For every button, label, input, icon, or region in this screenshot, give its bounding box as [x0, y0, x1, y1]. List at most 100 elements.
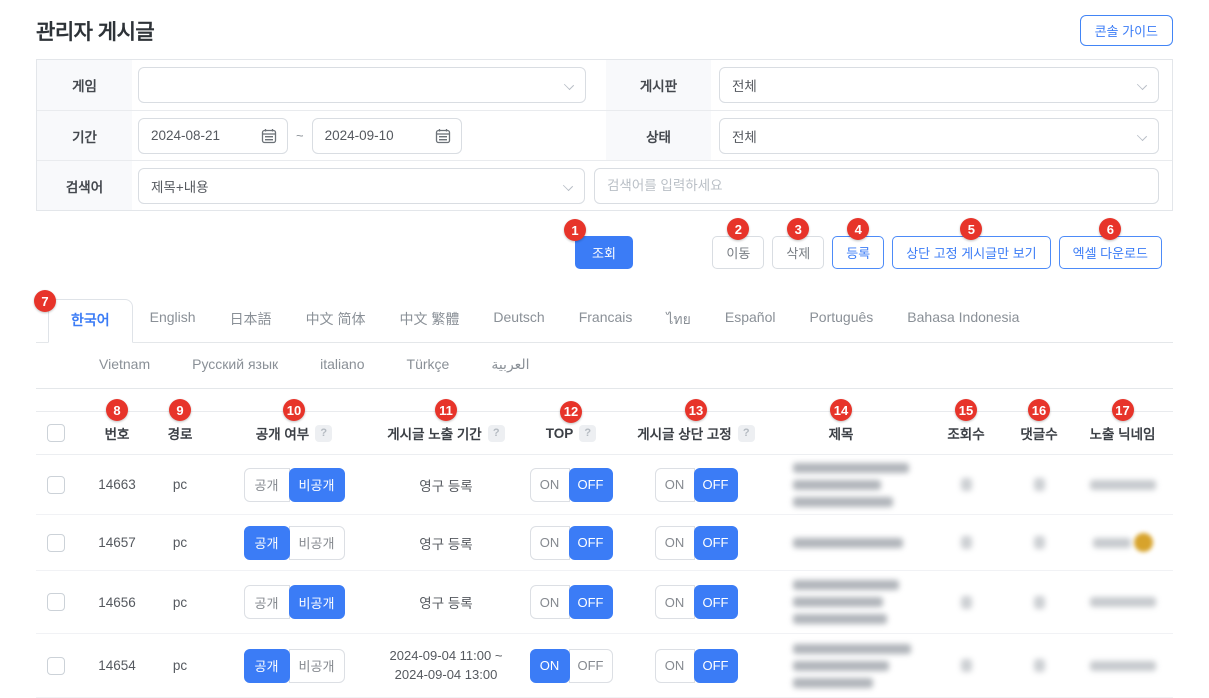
help-icon[interactable]: ? — [488, 425, 505, 442]
post-no: 14663 — [76, 477, 158, 492]
post-comments-redacted — [1006, 478, 1072, 491]
help-icon[interactable]: ? — [315, 425, 332, 442]
emoji-icon — [1134, 533, 1153, 552]
calendar-icon — [261, 128, 277, 144]
tab-chinese-simplified[interactable]: 中文 简体 — [289, 299, 383, 342]
visibility-toggle[interactable]: 공개비공개 — [244, 585, 345, 619]
date-to-input[interactable]: 2024-09-10 — [312, 118, 462, 154]
game-select[interactable] — [138, 67, 586, 103]
tab-spanish[interactable]: Español — [708, 299, 793, 342]
header-nickname: 17노출 닉네임 — [1072, 423, 1173, 443]
table-row: 14663 pc 공개비공개 영구 등록 ONOFF ONOFF — [36, 455, 1173, 515]
header-pin: 13게시글 상단 고정? — [636, 423, 756, 443]
header-path: 9경로 — [158, 423, 202, 443]
delete-button[interactable]: 삭제 — [772, 236, 824, 269]
post-no: 14657 — [76, 535, 158, 550]
board-select[interactable]: 전체 — [719, 67, 1159, 103]
tab-english[interactable]: English — [133, 299, 213, 342]
top-toggle[interactable]: ONOFF — [530, 468, 613, 502]
help-icon[interactable]: ? — [579, 425, 596, 442]
post-nickname-redacted — [1072, 533, 1173, 552]
move-button[interactable]: 이동 — [712, 236, 764, 269]
tab-turkish[interactable]: Türkçe — [386, 356, 471, 373]
top-toggle[interactable]: ONOFF — [530, 585, 613, 619]
annotation-badge-2: 2 — [727, 218, 749, 240]
annotation-badge-12: 12 — [560, 401, 582, 423]
post-path: pc — [158, 595, 202, 610]
console-guide-button[interactable]: 콘솔 가이드 — [1080, 15, 1173, 46]
row-checkbox[interactable] — [47, 534, 65, 552]
annotation-badge-7: 7 — [34, 290, 56, 312]
post-period: 2024-09-04 11:00 ~2024-09-04 13:00 — [386, 647, 506, 685]
posts-table: 8번호 9경로 10공개 여부? 11게시글 노출 기간? 12TOP? 13게… — [36, 411, 1173, 698]
annotation-badge-15: 15 — [955, 399, 977, 421]
post-path: pc — [158, 535, 202, 550]
language-tabs: 7 한국어 English 日本語 中文 简体 中文 繁體 Deutsch Fr… — [36, 299, 1173, 389]
visibility-toggle[interactable]: 공개비공개 — [244, 526, 345, 560]
tab-japanese[interactable]: 日本語 — [213, 299, 289, 342]
visibility-toggle[interactable]: 공개비공개 — [244, 468, 345, 502]
pin-toggle[interactable]: ONOFF — [655, 526, 738, 560]
register-button[interactable]: 등록 — [832, 236, 884, 269]
keyword-input[interactable] — [594, 168, 1159, 204]
chevron-down-icon — [565, 81, 573, 89]
top-toggle[interactable]: ONOFF — [530, 526, 613, 560]
tab-italian[interactable]: italiano — [299, 356, 385, 373]
pin-toggle[interactable]: ONOFF — [655, 585, 738, 619]
tab-indonesian[interactable]: Bahasa Indonesia — [890, 299, 1036, 342]
chevron-down-icon — [1138, 132, 1146, 140]
row-checkbox[interactable] — [47, 593, 65, 611]
post-views-redacted — [926, 659, 1006, 672]
post-no: 14656 — [76, 595, 158, 610]
select-all-checkbox[interactable] — [47, 424, 65, 442]
excel-download-button[interactable]: 엑셀 다운로드 — [1059, 236, 1162, 269]
pin-toggle[interactable]: ONOFF — [655, 649, 738, 683]
table-row: 14657 pc 공개비공개 영구 등록 ONOFF ONOFF — [36, 515, 1173, 571]
visibility-toggle[interactable]: 공개비공개 — [244, 649, 345, 683]
tab-vietnamese[interactable]: Vietnam — [78, 356, 171, 373]
annotation-badge-10: 10 — [283, 399, 305, 421]
annotation-badge-4: 4 — [847, 218, 869, 240]
board-label: 게시판 — [606, 60, 711, 110]
annotation-badge-8: 8 — [106, 399, 128, 421]
chevron-down-icon — [564, 182, 572, 190]
post-title-redacted — [756, 644, 926, 688]
tab-german[interactable]: Deutsch — [476, 299, 561, 342]
row-checkbox[interactable] — [47, 657, 65, 675]
filter-form: 게임 게시판 전체 기간 2024-08-21 ~ 2024-09-10 — [36, 59, 1173, 211]
action-row: 1 조회 2 이동 3 삭제 4 등록 5 상단 고정 게시글만 보기 6 엑셀 — [36, 236, 1173, 270]
game-label: 게임 — [37, 60, 132, 110]
post-nickname-redacted — [1072, 597, 1173, 607]
tab-french[interactable]: Francais — [562, 299, 650, 342]
annotation-badge-17: 17 — [1112, 399, 1134, 421]
header-visibility: 10공개 여부? — [202, 423, 386, 443]
date-from-input[interactable]: 2024-08-21 — [138, 118, 288, 154]
annotation-badge-14: 14 — [830, 399, 852, 421]
row-checkbox[interactable] — [47, 476, 65, 494]
tab-portuguese[interactable]: Português — [792, 299, 890, 342]
table-row: 14656 pc 공개비공개 영구 등록 ONOFF ONOFF — [36, 571, 1173, 634]
admin-posts-page: 관리자 게시글 콘솔 가이드 게임 게시판 전체 기간 2024-08-21 — [0, 0, 1209, 698]
annotation-badge-9: 9 — [169, 399, 191, 421]
tab-thai[interactable]: ไทย — [649, 299, 707, 342]
post-views-redacted — [926, 536, 1006, 549]
help-icon[interactable]: ? — [738, 425, 755, 442]
filter-row-2: 기간 2024-08-21 ~ 2024-09-10 상태 전 — [37, 110, 1172, 160]
pinned-only-button[interactable]: 상단 고정 게시글만 보기 — [892, 236, 1050, 269]
status-label: 상태 — [606, 111, 711, 160]
top-toggle[interactable]: ONOFF — [530, 649, 613, 683]
pin-toggle[interactable]: ONOFF — [655, 468, 738, 502]
post-path: pc — [158, 658, 202, 673]
post-no: 14654 — [76, 658, 158, 673]
status-select[interactable]: 전체 — [719, 118, 1159, 154]
tab-russian[interactable]: Русский язык — [171, 356, 299, 373]
keyword-label: 검색어 — [37, 161, 132, 210]
post-title-redacted — [756, 463, 926, 507]
table-header-row: 8번호 9경로 10공개 여부? 11게시글 노출 기간? 12TOP? 13게… — [36, 411, 1173, 455]
tab-chinese-traditional[interactable]: 中文 繁體 — [382, 299, 476, 342]
search-button[interactable]: 조회 — [575, 236, 633, 269]
header-no: 8번호 — [76, 423, 158, 443]
tab-arabic[interactable]: العربية — [470, 356, 550, 373]
tab-korean[interactable]: 7 한국어 — [48, 299, 133, 343]
keyword-type-select[interactable]: 제목+내용 — [138, 168, 585, 204]
